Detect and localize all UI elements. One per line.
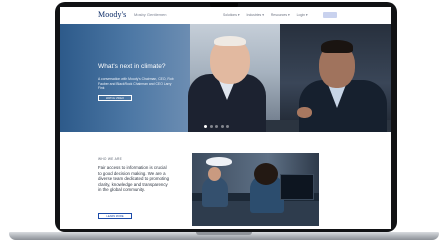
section-heading: WHO WE ARE (98, 157, 123, 161)
nav-item-solutions[interactable]: Solutions ▾ (223, 13, 240, 17)
carousel-dot-5[interactable] (226, 125, 229, 128)
nav-item-resources[interactable]: Resources ▾ (271, 13, 290, 17)
speaker-two-hair (321, 40, 353, 53)
carousel-dot-4[interactable] (220, 125, 224, 128)
photo-woman-hair (254, 163, 278, 185)
logo-subtitle: Mosby Gentlemen (134, 12, 167, 17)
main-nav: Solutions ▾ Industries ▾ Resources ▾ Log… (223, 13, 314, 17)
language-selector[interactable] (323, 12, 337, 18)
hero-description: A conversation with Moody's Chairman, CE… (98, 77, 174, 90)
office-photo (192, 153, 319, 226)
speaker-one-hair (214, 36, 246, 46)
nav-item-industries[interactable]: Industries ▾ (247, 13, 264, 17)
laptop-base-notch (196, 232, 252, 235)
photo-man (202, 177, 228, 207)
carousel-dot-1[interactable] (204, 125, 207, 128)
photo-monitor (280, 174, 314, 200)
section-text: Fair access to information is crucial to… (98, 165, 170, 193)
photo-man-head (208, 167, 221, 181)
photo-lamp (206, 157, 232, 166)
speaker-two-hand (297, 107, 312, 118)
logo[interactable]: Moody's (98, 10, 126, 19)
nav-item-login[interactable]: Login ▾ (297, 13, 308, 17)
learn-more-button[interactable]: LEARN MORE (98, 213, 132, 219)
carousel-dot-2[interactable] (209, 125, 213, 128)
carousel-dot-3[interactable] (215, 125, 218, 128)
who-we-are-section: WHO WE ARE Fair access to information is… (60, 132, 391, 229)
site-header: Moody's Mosby Gentlemen Solutions ▾ Indu… (60, 7, 391, 25)
website-screen: Moody's Mosby Gentlemen Solutions ▾ Indu… (60, 7, 391, 229)
hero-banner: What's next in climate? A conversation w… (60, 24, 391, 132)
watch-video-button[interactable]: WATCH VIDEO (98, 95, 132, 101)
hero-title: What's next in climate? (98, 63, 166, 70)
carousel-dots (204, 125, 232, 129)
